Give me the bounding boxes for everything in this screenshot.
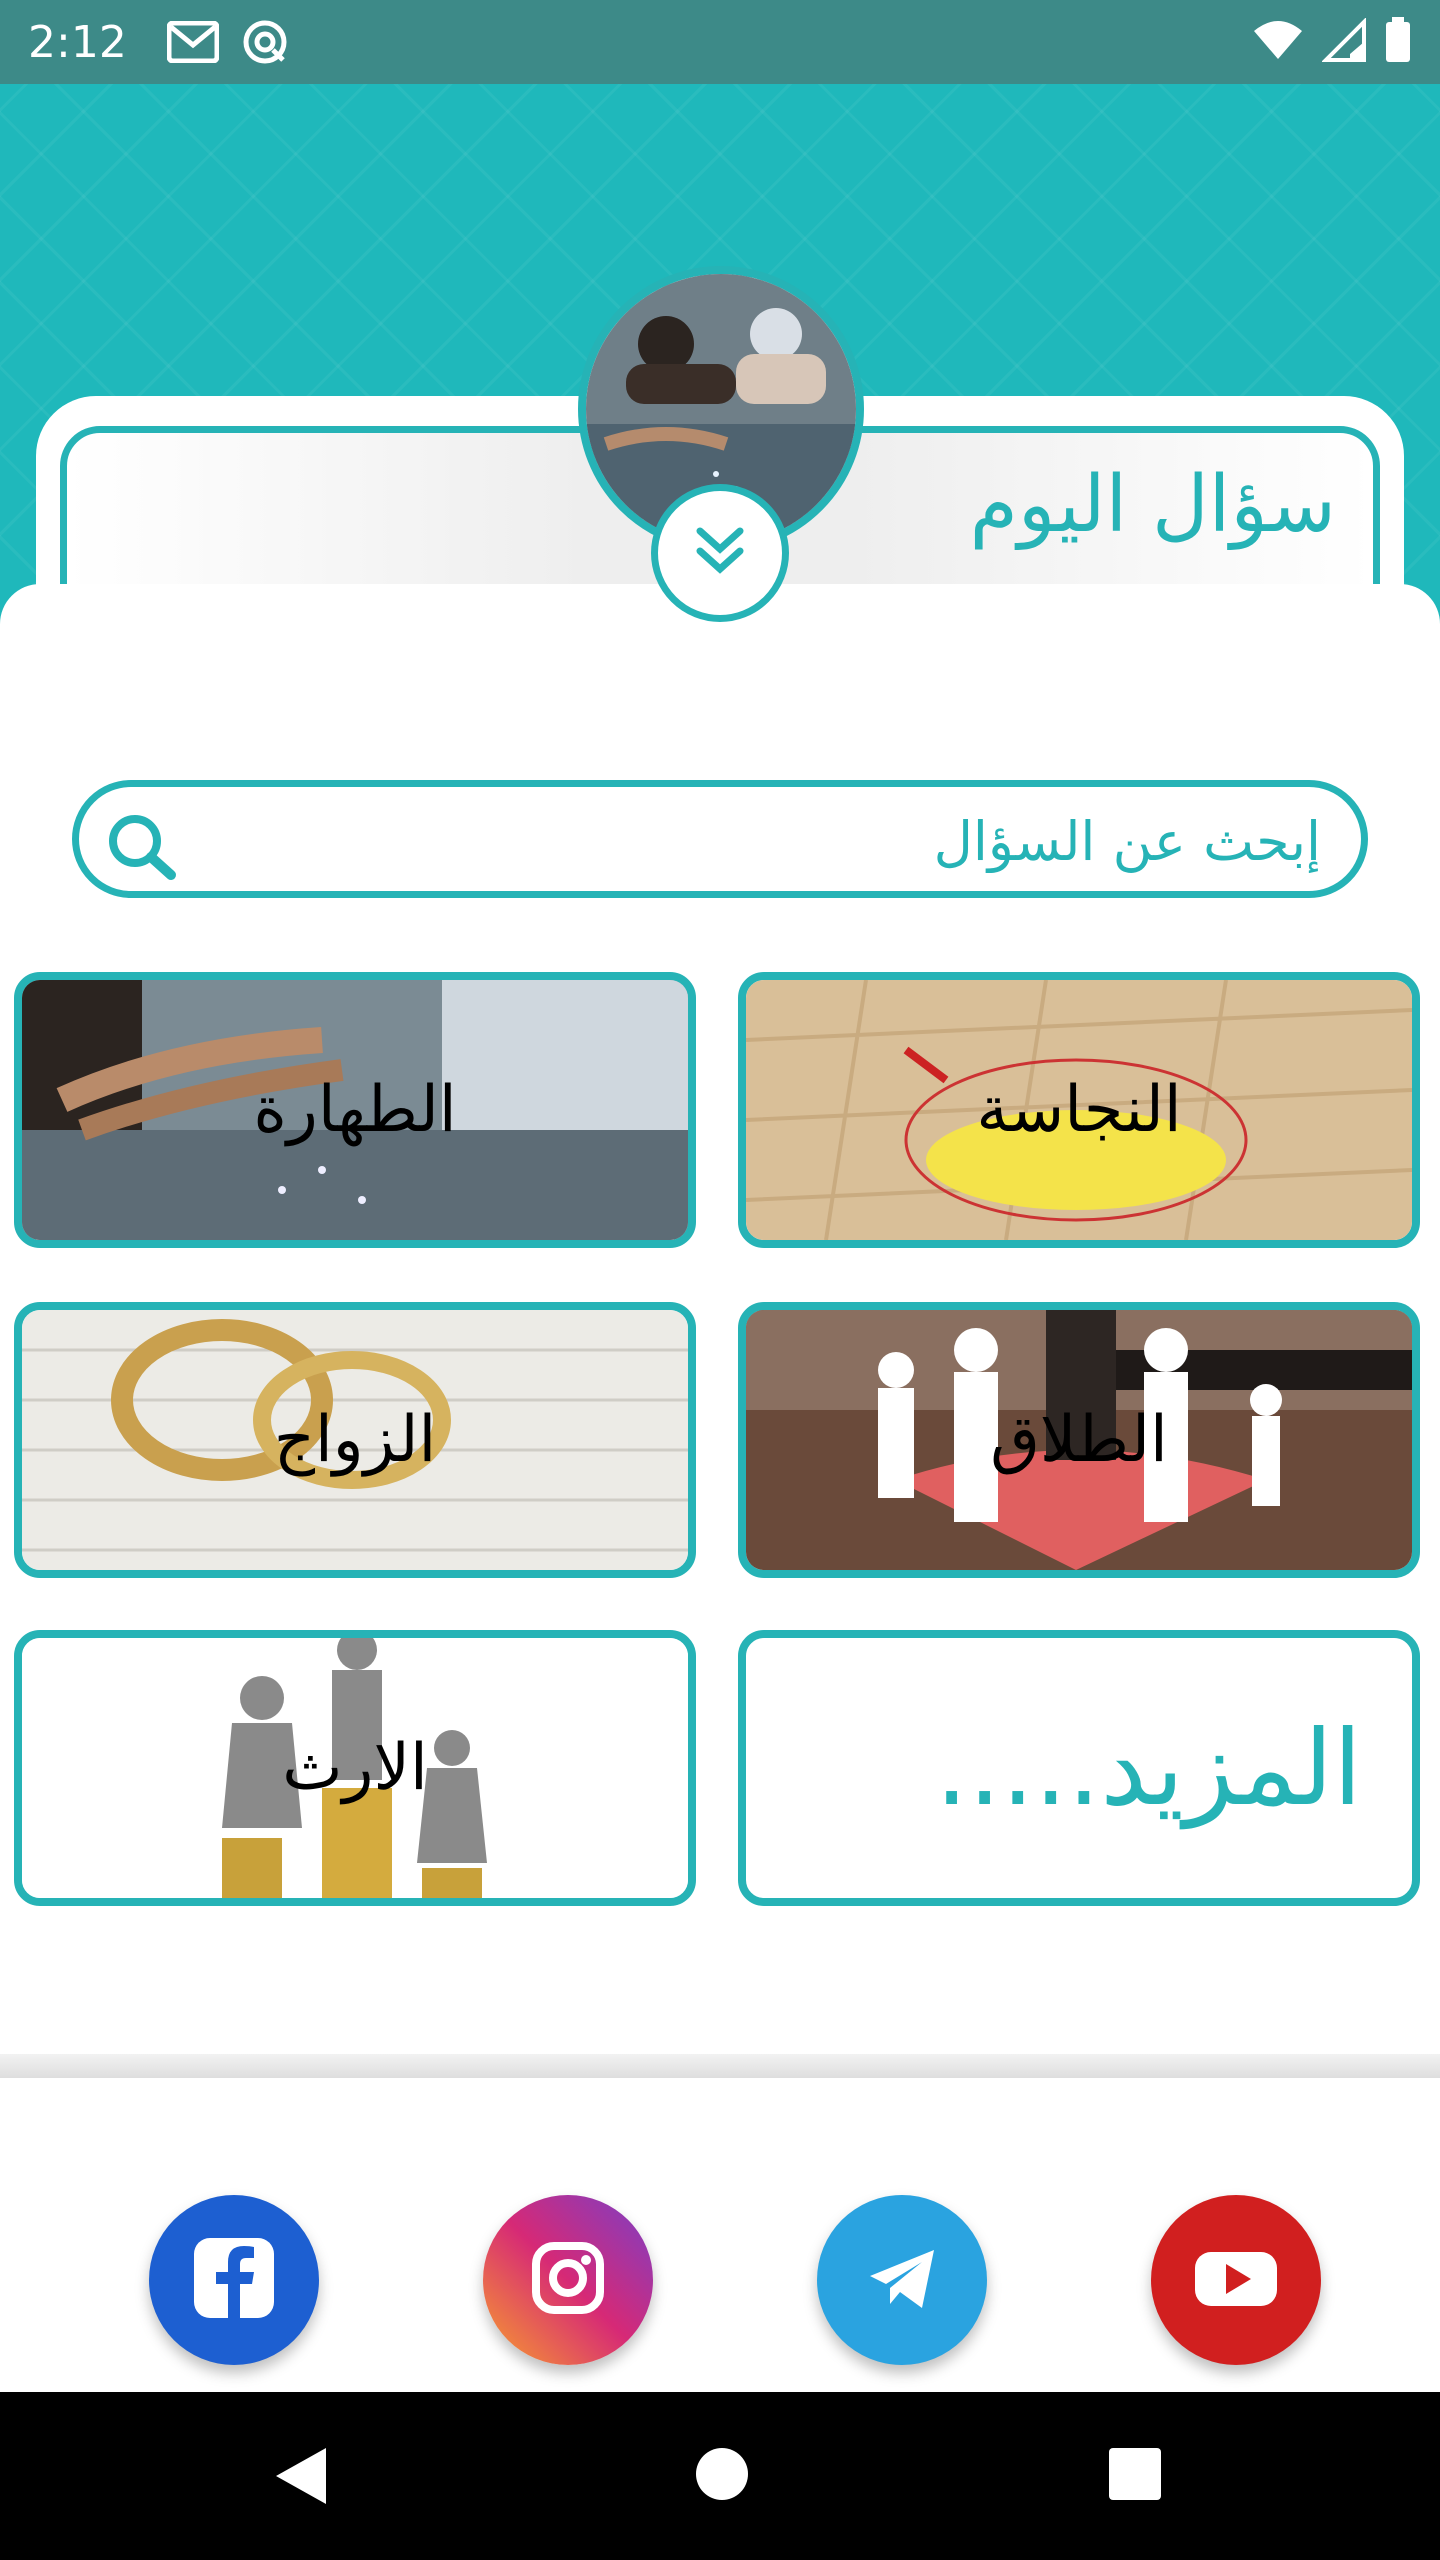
- divider: [0, 2054, 1440, 2078]
- gmail-icon: [166, 21, 219, 63]
- category-label: الارث: [282, 1731, 428, 1805]
- search-box: [72, 780, 1368, 898]
- recents-icon[interactable]: [1107, 2446, 1163, 2506]
- search-icon[interactable]: [103, 809, 181, 887]
- category-tile-tahara[interactable]: الطهارة: [14, 972, 696, 1248]
- home-icon[interactable]: [694, 2446, 750, 2506]
- back-icon[interactable]: [270, 2444, 330, 2512]
- youtube-icon: [1181, 2228, 1291, 2332]
- category-tile-irth[interactable]: الارث: [14, 1630, 696, 1906]
- category-tile-najasa[interactable]: النجاسة: [738, 972, 1420, 1248]
- instagram-icon: [518, 2228, 618, 2332]
- sync-icon: [241, 18, 289, 66]
- search-input[interactable]: [199, 801, 1323, 881]
- category-label: الطلاق: [990, 1403, 1168, 1477]
- status-time: 2:12: [28, 16, 127, 68]
- signal-icon: [1321, 17, 1366, 66]
- social-bar: [10, 2078, 1430, 2392]
- category-label: الطهارة: [253, 1073, 457, 1147]
- category-tile-zawaj[interactable]: الزواج: [14, 1302, 696, 1578]
- more-label: المزيد.....: [935, 1707, 1362, 1829]
- battery-icon: [1384, 17, 1412, 67]
- double-chevron-down-icon: [688, 519, 752, 587]
- telegram-button[interactable]: [817, 2195, 987, 2365]
- instagram-button[interactable]: [483, 2195, 653, 2365]
- wifi-icon: [1252, 19, 1304, 65]
- expand-question-button[interactable]: [651, 484, 789, 622]
- facebook-icon: [174, 2218, 294, 2342]
- category-tile-talaq[interactable]: الطلاق: [738, 1302, 1420, 1578]
- category-label: النجاسة: [976, 1073, 1182, 1147]
- youtube-button[interactable]: [1151, 2195, 1321, 2365]
- system-navigation-bar: [0, 2392, 1440, 2560]
- category-label: الزواج: [273, 1403, 437, 1477]
- status-bar: 2:12: [0, 0, 1440, 84]
- question-of-day-title: سؤال اليوم: [969, 460, 1336, 550]
- facebook-button[interactable]: [149, 2195, 319, 2365]
- telegram-icon: [852, 2228, 952, 2332]
- category-tile-more[interactable]: المزيد.....: [738, 1630, 1420, 1906]
